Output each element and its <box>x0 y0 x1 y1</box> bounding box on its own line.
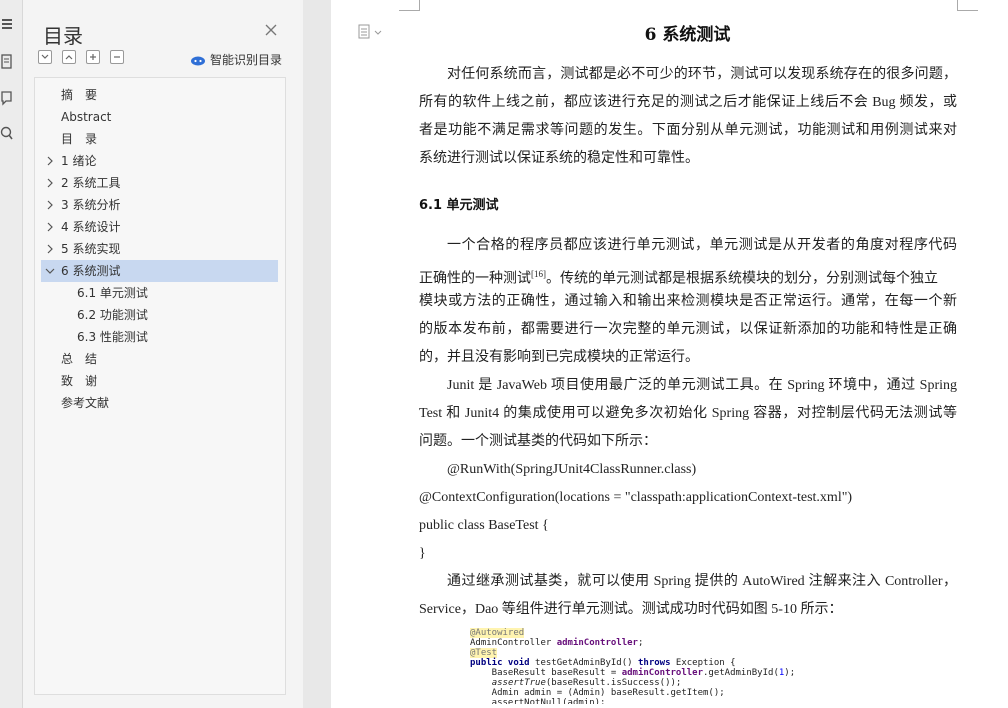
toc-item-ch3[interactable]: 3 系统分析 <box>41 194 278 216</box>
code-line: public class BaseTest { <box>419 518 549 533</box>
close-icon[interactable] <box>263 22 279 38</box>
document-format-icon[interactable] <box>358 24 386 40</box>
toc-item-ch6[interactable]: 6 系统测试 <box>41 260 278 282</box>
text-line: Service，Dao 等组件进行单元测试。测试成功时代码如图 5-10 所示： <box>419 602 843 617</box>
text-line: Test 和 Junit4 的集成使用可以避免多次初始化 Spring 容器，对… <box>419 406 957 421</box>
chevron-right-icon[interactable] <box>45 244 55 254</box>
toc-item-6-3[interactable]: 6.3 性能测试 <box>41 326 278 348</box>
text-line: 的，并且没有影响到已完成模块的正常运行。 <box>419 350 699 365</box>
chevron-down-icon[interactable] <box>45 266 55 276</box>
toc-item-abstract-en[interactable]: Abstract <box>41 106 278 128</box>
sidebar-icon-strip <box>0 0 23 708</box>
page-thumbnail-icon[interactable] <box>0 52 20 72</box>
code-line: @RunWith(SpringJUnit4ClassRunner.class) <box>447 462 697 477</box>
code-token: adminController <box>556 638 638 648</box>
section-heading: 6.1 单元测试 <box>419 198 499 213</box>
toc-icon[interactable] <box>0 14 20 34</box>
code-token: ; <box>637 638 644 648</box>
toc-item-ch1[interactable]: 1 绪论 <box>41 150 278 172</box>
text-span: 。传统的单元测试都是根据系统模块的划分，分别测试每个独立 <box>546 271 938 287</box>
text-line: 系统进行测试以保证系统的稳定性和可靠性。 <box>419 151 699 166</box>
text-line: 所有的软件上线之前，都应该进行充足的测试之后才能保证上线后不会 Bug 频发，或 <box>419 95 957 110</box>
chevron-right-icon[interactable] <box>45 178 55 188</box>
chevron-right-icon[interactable] <box>45 156 55 166</box>
add-heading-button[interactable] <box>86 50 100 64</box>
toc-item-abstract-cn[interactable]: 摘 要 <box>41 84 278 106</box>
toc-item-ch5[interactable]: 5 系统实现 <box>41 238 278 260</box>
code-token: testGetAdminById() <box>535 658 638 668</box>
cloud-icon <box>191 56 205 65</box>
code-token: adminController <box>621 668 703 678</box>
toc-item-label: 目 录 <box>61 132 98 146</box>
toc-item-label: 4 系统设计 <box>61 220 121 234</box>
crop-mark <box>399 0 420 11</box>
find-icon[interactable] <box>0 124 20 144</box>
code-screenshot: @Autowired AdminController adminControll… <box>470 628 890 704</box>
comment-icon[interactable] <box>0 88 20 108</box>
toc-tree: 摘 要 Abstract 目 录 1 绪论 2 系统工具 3 系统分析 4 系统… <box>34 77 286 695</box>
code-token: assertNotNull(admin); <box>470 698 606 704</box>
text-line: Junit 是 JavaWeb 项目使用最广泛的单元测试工具。在 Spring … <box>447 378 957 393</box>
text-line: 的版本发布前，都需要进行一次完整的单元测试，以保证新添加的功能和特性是正确 <box>419 322 957 337</box>
toc-item-references[interactable]: 参考文献 <box>41 392 278 414</box>
code-token: Exception { <box>675 658 736 668</box>
code-token: @Autowired <box>470 628 525 638</box>
toc-item-ch2[interactable]: 2 系统工具 <box>41 172 278 194</box>
code-line: } <box>419 546 426 561</box>
toc-item-label: 摘 要 <box>61 88 98 102</box>
text-line: 问题。一个测试基类的代码如下所示： <box>419 434 657 449</box>
toc-item-label: 参考文献 <box>61 396 110 410</box>
toc-item-label: 6.1 单元测试 <box>77 286 148 300</box>
toc-item-thanks[interactable]: 致 谢 <box>41 370 278 392</box>
chapter-heading: 6 系统测试 <box>644 25 731 45</box>
toc-item-label: 5 系统实现 <box>61 242 121 256</box>
code-token: public void <box>470 658 536 668</box>
smart-recognize-button[interactable]: 智能识别目录 <box>190 51 282 68</box>
toc-item-label: Abstract <box>61 110 112 124</box>
toc-panel: 目录 智能识别目录 摘 要 Abstract 目 录 1 绪论 2 系统工具 3… <box>23 0 303 708</box>
toc-item-label: 2 系统工具 <box>61 176 121 190</box>
toc-item-summary[interactable]: 总 结 <box>41 348 278 370</box>
chevron-right-icon[interactable] <box>45 222 55 232</box>
code-line: @ContextConfiguration(locations = "class… <box>419 490 853 505</box>
smart-recognize-label: 智能识别目录 <box>210 53 283 67</box>
text-line: 一个合格的程序员都应该进行单元测试，单元测试是从开发者的角度对程序代码 <box>447 238 957 253</box>
crop-mark <box>957 0 978 11</box>
code-token: throws <box>637 658 676 668</box>
chevron-right-icon[interactable] <box>45 200 55 210</box>
text-line: 模块或方法的正确性，通过输入和输出来检测模块是否正常运行。通常，在每一个新 <box>419 294 957 309</box>
toc-item-label: 总 结 <box>61 352 98 366</box>
code-token: AdminController <box>470 638 557 648</box>
toc-item-label: 致 谢 <box>61 374 98 388</box>
text-line: 者是功能不满足需求等问题的发生。下面分别从单元测试，功能测试和用例测试来对 <box>419 123 957 138</box>
code-token: Admin admin = (Admin) baseResult.getItem… <box>470 688 725 698</box>
toc-item-label: 6 系统测试 <box>61 264 121 278</box>
toc-item-6-2[interactable]: 6.2 功能测试 <box>41 304 278 326</box>
toc-item-6-1[interactable]: 6.1 单元测试 <box>41 282 278 304</box>
toc-item-label: 3 系统分析 <box>61 198 121 212</box>
code-token: (baseResult.isSuccess()); <box>545 678 682 688</box>
toc-item-label: 1 绪论 <box>61 154 97 168</box>
code-token: BaseResult baseResult = <box>470 668 622 678</box>
panel-title: 目录 <box>43 24 83 48</box>
toc-item-ch4[interactable]: 4 系统设计 <box>41 216 278 238</box>
citation[interactable]: [16] <box>531 269 546 279</box>
text-line: 通过继承测试基类，就可以使用 Spring 提供的 AutoWired 注解来注… <box>447 574 957 589</box>
expand-all-button[interactable] <box>38 50 52 64</box>
code-token: ); <box>784 668 796 678</box>
collapse-all-button[interactable] <box>62 50 76 64</box>
text-line: 对任何系统而言，测试都是必不可少的环节，测试可以发现系统存在的很多问题， <box>447 67 957 82</box>
code-token: @Test <box>470 648 498 658</box>
remove-heading-button[interactable] <box>110 50 124 64</box>
toc-item-label: 6.2 功能测试 <box>77 308 148 322</box>
toc-item-contents[interactable]: 目 录 <box>41 128 278 150</box>
text-span: 正确性的一种测试 <box>419 271 531 287</box>
code-token: assertTrue <box>491 678 546 688</box>
text-line-with-citation: 正确性的一种测试[16]。传统的单元测试都是根据系统模块的划分，分别测试每个独立 <box>419 260 957 288</box>
code-token: .getAdminById( <box>703 668 779 678</box>
toc-item-label: 6.3 性能测试 <box>77 330 148 344</box>
